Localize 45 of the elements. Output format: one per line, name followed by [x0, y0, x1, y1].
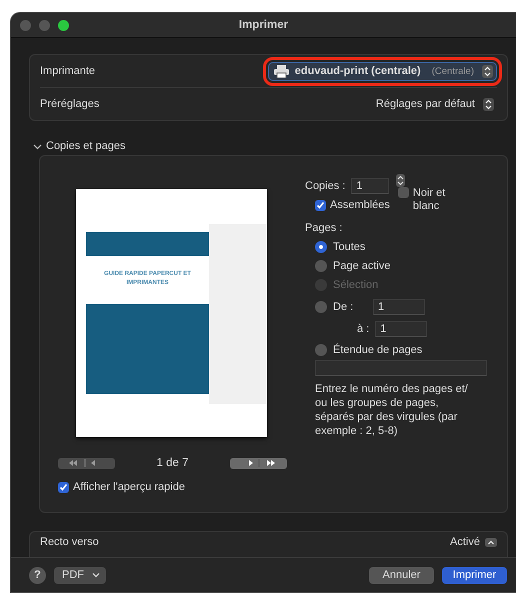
printer-icon	[274, 64, 289, 78]
radio-button[interactable]	[315, 260, 327, 272]
help-button[interactable]: ?	[29, 566, 46, 584]
to-label: à :	[357, 323, 370, 336]
window-title: Imprimer	[238, 19, 288, 31]
chevron-up-icon[interactable]	[485, 538, 497, 546]
radio-button[interactable]	[315, 240, 327, 253]
stepper-icon	[483, 98, 494, 110]
stepper-icon	[482, 64, 493, 78]
copies-field[interactable]: 1	[351, 178, 390, 194]
stepper-icon[interactable]	[396, 174, 405, 187]
radio-button[interactable]	[315, 300, 327, 313]
radio-label: De :	[333, 300, 354, 313]
from-field[interactable]: 1	[373, 298, 425, 315]
pages-label: Pages :	[305, 222, 344, 234]
print-button[interactable]: Imprimer	[442, 566, 507, 584]
pdf-menu-button[interactable]: PDF	[54, 566, 106, 584]
duplex-label: Recto verso	[40, 536, 99, 548]
checkbox-label: Assemblées	[330, 199, 390, 211]
hint-text: Entrez le numéro des pages et/ ou les groupes de pages, séparés par des virgules (par exemple : 2, 5-8)	[315, 383, 469, 438]
radio-label: Page active	[333, 260, 390, 272]
to-field[interactable]: 1	[375, 321, 428, 338]
radio-label: Toutes	[333, 240, 366, 253]
checkbox[interactable]	[58, 482, 69, 492]
checkbox-label: Noir et blanc	[412, 187, 446, 212]
cancel-button[interactable]: Annuler	[369, 566, 434, 584]
section-header[interactable]: Copies et pages	[33, 140, 516, 152]
radio-label: Sélection	[333, 278, 378, 291]
checkbox[interactable]	[315, 200, 326, 210]
chevron-down-icon	[33, 142, 42, 150]
presets-popup[interactable]: Réglages par défaut	[370, 96, 497, 112]
radio-label: Étendue de pages	[333, 344, 422, 356]
checkbox-label: Afficher l'aperçu rapide	[73, 481, 185, 493]
page-indicator: 1 de 7	[156, 457, 190, 469]
printer-label: Imprimante	[40, 65, 96, 77]
previous-page-button[interactable]	[58, 458, 115, 468]
checkbox[interactable]	[398, 187, 409, 198]
radio-button[interactable]	[315, 344, 327, 356]
presets-label: Préréglages	[40, 98, 100, 110]
duplex-value: Activé	[450, 536, 480, 548]
zoom-button[interactable]	[58, 20, 69, 30]
copies-label: Copies :	[305, 180, 346, 192]
page-range-field[interactable]	[315, 360, 487, 376]
chevron-down-icon	[92, 572, 100, 578]
next-page-button[interactable]	[230, 458, 287, 468]
